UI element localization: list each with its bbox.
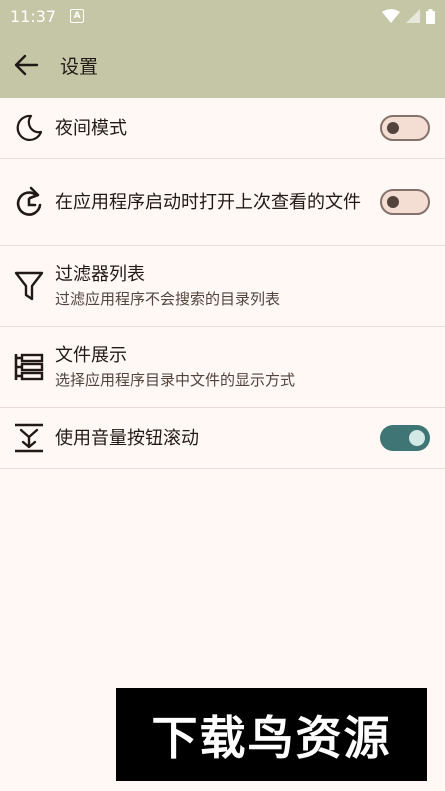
signal-icon [406, 9, 420, 23]
setting-title: 使用音量按钮滚动 [55, 427, 199, 449]
notification-a-icon: A [70, 9, 85, 23]
toggle-knob [387, 122, 399, 134]
setting-title: 夜间模式 [55, 117, 127, 139]
list-view-icon [13, 351, 45, 383]
status-icons [382, 8, 435, 24]
arrow-left-icon [14, 54, 39, 76]
wifi-icon [382, 9, 400, 23]
setting-title: 在应用程序启动时打开上次查看的文件 [55, 191, 361, 213]
battery-icon [426, 8, 435, 24]
setting-volume-scroll[interactable]: 使用音量按钮滚动 [0, 408, 445, 469]
setting-title: 文件展示 [55, 345, 127, 366]
settings-list: 夜间模式 在应用程序启动时打开上次查看的文件 过滤器列表 过滤应用程序不会搜索的… [0, 98, 445, 469]
watermark-logo: 下载鸟资源 [116, 688, 427, 781]
back-button[interactable] [0, 32, 52, 98]
setting-subtitle: 选择应用程序目录中文件的显示方式 [55, 371, 296, 389]
setting-reopen-last-file[interactable]: 在应用程序启动时打开上次查看的文件 [0, 159, 445, 246]
moon-icon [13, 112, 45, 144]
setting-file-display[interactable]: 文件展示 选择应用程序目录中文件的显示方式 [0, 327, 445, 408]
reopen-last-file-toggle[interactable] [380, 189, 430, 215]
page-title: 设置 [60, 55, 99, 78]
dark-mode-toggle[interactable] [380, 115, 430, 141]
volume-scroll-icon [13, 422, 45, 454]
toggle-knob [409, 430, 425, 446]
setting-subtitle: 过滤应用程序不会搜索的目录列表 [55, 290, 281, 308]
status-bar: 11:37 A [0, 0, 445, 32]
toggle-knob [387, 196, 399, 208]
volume-scroll-toggle[interactable] [380, 425, 430, 451]
status-time: 11:37 [10, 6, 57, 26]
setting-title: 过滤器列表 [55, 264, 145, 285]
setting-filter-list[interactable]: 过滤器列表 过滤应用程序不会搜索的目录列表 [0, 246, 445, 327]
setting-dark-mode[interactable]: 夜间模式 [0, 98, 445, 159]
restart-icon [13, 186, 45, 218]
filter-icon [13, 270, 45, 302]
app-bar: 设置 [0, 32, 445, 98]
